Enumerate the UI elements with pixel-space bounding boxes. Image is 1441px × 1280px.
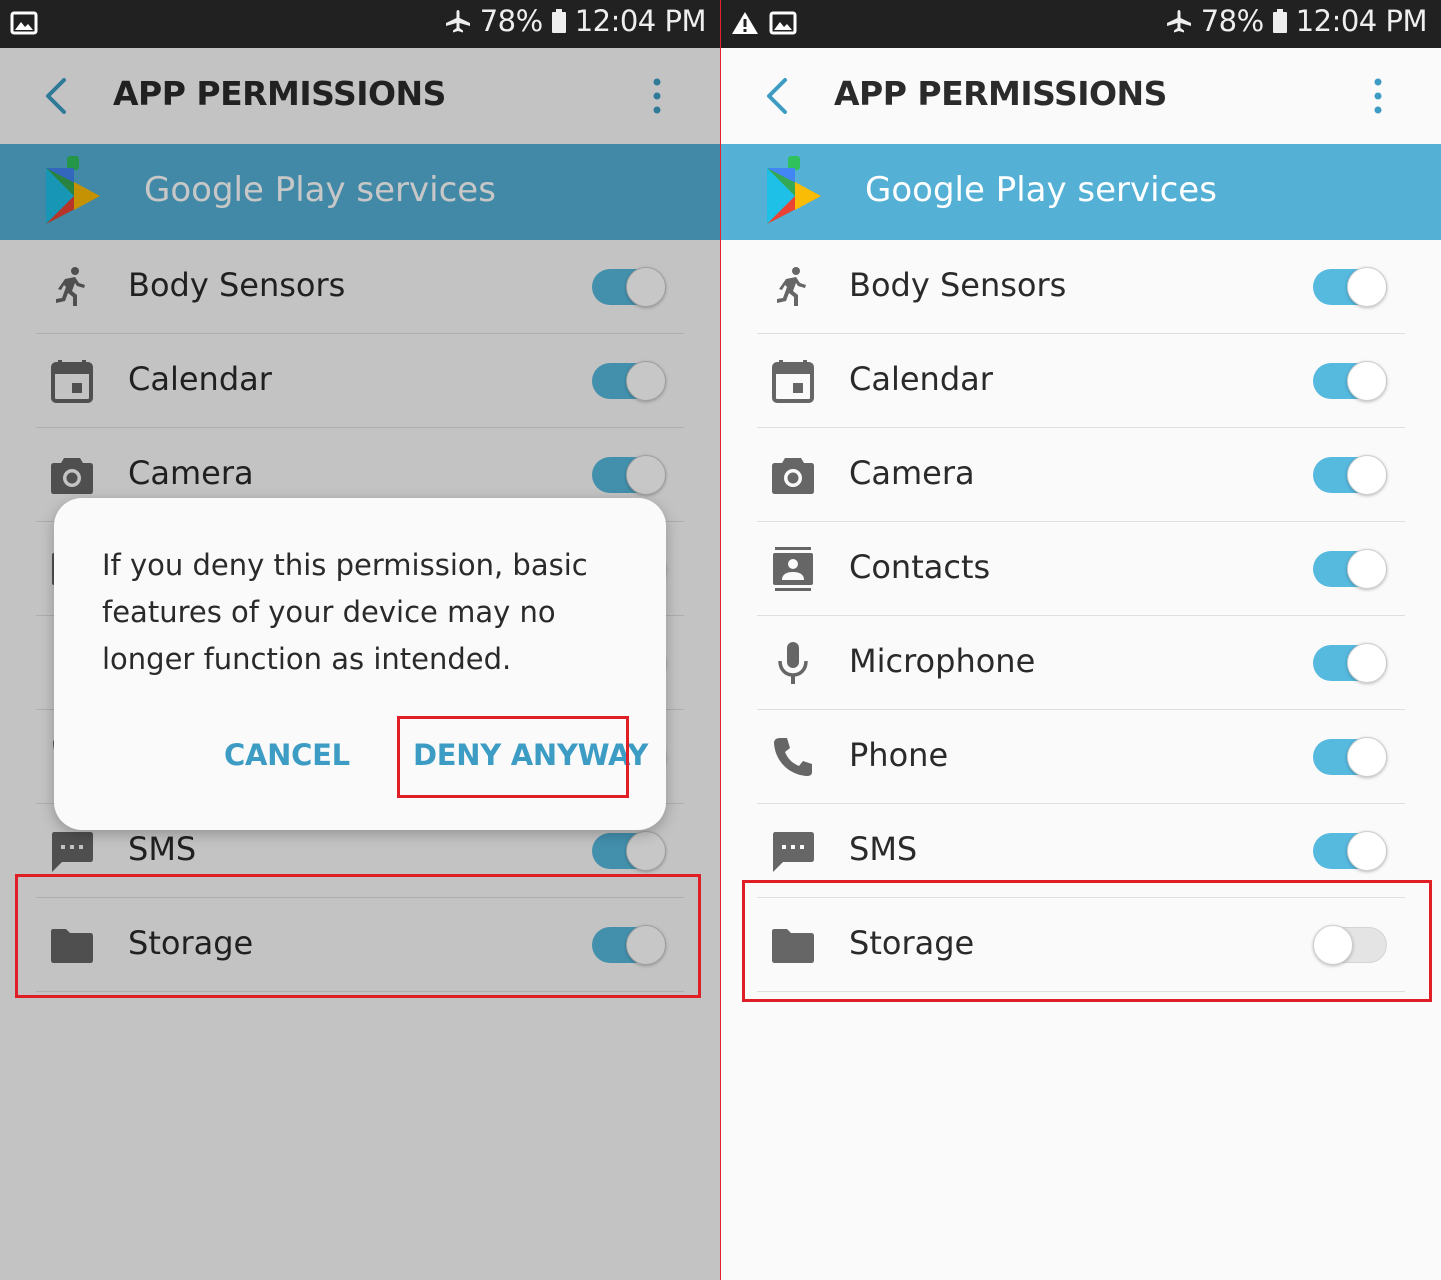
permission-label: Camera xyxy=(849,454,975,492)
status-bar: 78% 12:04 PM xyxy=(0,0,720,48)
permission-row-camera[interactable]: Camera xyxy=(721,428,1441,522)
permission-row-phone[interactable]: Phone xyxy=(721,710,1441,804)
warning-icon xyxy=(732,12,758,34)
run-icon xyxy=(777,267,806,306)
sms-icon xyxy=(773,832,814,872)
phone-icon xyxy=(774,738,812,776)
storage-row-highlight xyxy=(742,880,1432,1002)
permission-label: Microphone xyxy=(849,642,1036,680)
storage-row-highlight xyxy=(15,874,701,998)
status-bar: 78% 12:04 PM xyxy=(721,0,1441,48)
permission-label: Phone xyxy=(849,736,949,774)
clock: 12:04 PM xyxy=(574,4,707,38)
permission-label: SMS xyxy=(849,830,918,868)
back-arrow-icon[interactable] xyxy=(755,72,799,120)
left-screen: 78% 12:04 PM APP PERMISSIONS Google Play… xyxy=(0,0,720,1280)
dialog-message: If you deny this permission, basic featu… xyxy=(102,548,588,676)
clock: 12:04 PM xyxy=(1295,4,1428,38)
more-options-icon[interactable] xyxy=(1363,76,1393,116)
permission-label: Body Sensors xyxy=(849,266,1067,304)
permission-row-microphone[interactable]: Microphone xyxy=(721,616,1441,710)
battery-percent: 78% xyxy=(479,4,543,38)
calendar-icon xyxy=(772,360,814,403)
battery-icon xyxy=(1272,9,1287,33)
body-sensors-toggle[interactable] xyxy=(1313,267,1387,307)
battery-icon xyxy=(551,9,566,33)
page-title: APP PERMISSIONS xyxy=(834,74,1167,113)
permission-label: Contacts xyxy=(849,548,991,586)
google-play-services-logo xyxy=(767,156,821,224)
image-notification-icon xyxy=(769,11,797,35)
contacts-toggle[interactable] xyxy=(1313,549,1387,589)
app-name: Google Play services xyxy=(865,170,1217,210)
image-notification-icon xyxy=(10,11,38,35)
contacts-icon xyxy=(773,547,813,591)
camera-icon xyxy=(772,458,814,494)
airplane-icon xyxy=(1166,10,1191,33)
calendar-toggle[interactable] xyxy=(1313,361,1387,401)
phone-toggle[interactable] xyxy=(1313,737,1387,777)
sms-toggle[interactable] xyxy=(1313,831,1387,871)
app-banner: Google Play services xyxy=(721,144,1441,240)
app-bar: APP PERMISSIONS xyxy=(721,48,1441,144)
permission-row-body-sensors[interactable]: Body Sensors xyxy=(721,240,1441,334)
camera-toggle[interactable] xyxy=(1313,455,1387,495)
deny-anyway-highlight xyxy=(397,716,629,798)
permission-label: Calendar xyxy=(849,360,993,398)
microphone-toggle[interactable] xyxy=(1313,643,1387,683)
right-screen: 78% 12:04 PM APP PERMISSIONS Google Play… xyxy=(721,0,1441,1280)
permission-row-calendar[interactable]: Calendar xyxy=(721,334,1441,428)
battery-percent: 78% xyxy=(1200,4,1264,38)
microphone-icon xyxy=(778,642,808,684)
permission-row-contacts[interactable]: Contacts xyxy=(721,522,1441,616)
cancel-button[interactable]: CANCEL xyxy=(224,738,350,772)
airplane-icon xyxy=(445,10,470,33)
